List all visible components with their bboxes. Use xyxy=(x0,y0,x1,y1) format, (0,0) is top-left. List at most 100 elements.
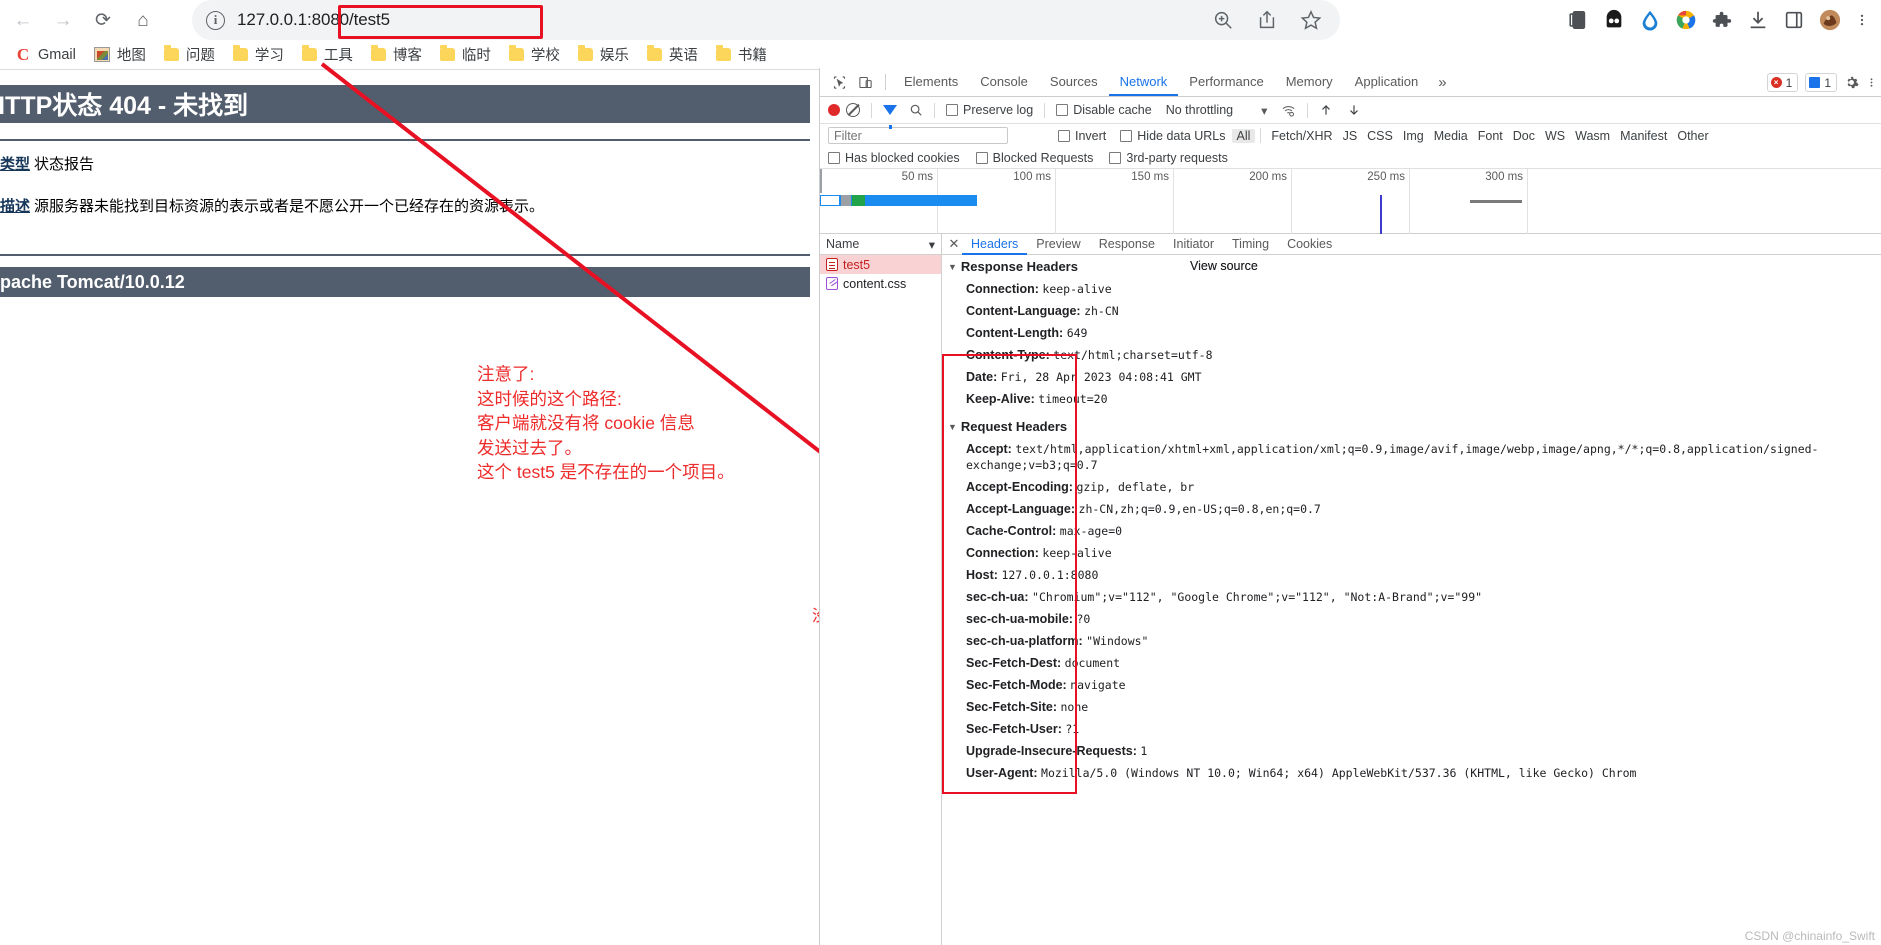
header-name: Accept: xyxy=(966,442,1012,456)
tab-elements[interactable]: Elements xyxy=(893,68,969,96)
filter-type-ws[interactable]: WS xyxy=(1540,129,1570,143)
star-icon[interactable] xyxy=(1300,9,1322,31)
browser-toolbar: ← → ⟳ ⌂ i 127.0.0.1:8080/test5 xyxy=(0,0,1881,40)
network-filter-bar: Invert Hide data URLs All Fetch/XHR JS C… xyxy=(820,124,1881,147)
tab-sources[interactable]: Sources xyxy=(1039,68,1109,96)
water-drop-icon[interactable] xyxy=(1639,9,1661,31)
extension-dark-icon[interactable] xyxy=(1603,9,1625,31)
filter-type-manifest[interactable]: Manifest xyxy=(1615,129,1672,143)
detail-tab-preview[interactable]: Preview xyxy=(1027,234,1089,255)
search-icon[interactable] xyxy=(909,103,923,117)
import-har-icon[interactable] xyxy=(1319,103,1333,117)
chevron-down-icon[interactable]: ▾ xyxy=(929,237,935,252)
blocked-requests-checkbox[interactable]: Blocked Requests xyxy=(975,151,1093,165)
bookmark-folder-linshi[interactable]: 临时 xyxy=(431,42,500,67)
device-toolbar-icon[interactable] xyxy=(852,69,878,95)
divider xyxy=(885,74,886,90)
share-icon[interactable] xyxy=(1256,9,1278,31)
header-name: Content-Language: xyxy=(966,304,1081,318)
filter-type-js[interactable]: JS xyxy=(1338,129,1363,143)
home-button[interactable]: ⌂ xyxy=(126,3,160,37)
requests-list-header[interactable]: Name ▾ xyxy=(820,234,941,255)
filter-type-img[interactable]: Img xyxy=(1398,129,1429,143)
detail-tab-timing[interactable]: Timing xyxy=(1223,234,1278,255)
bookmark-map[interactable]: 地图 xyxy=(85,42,155,67)
folder-icon xyxy=(715,45,731,61)
has-blocked-cookies-label: Has blocked cookies xyxy=(845,150,960,165)
filter-funnel-icon[interactable] xyxy=(883,105,897,129)
bookmark-folder-wenti[interactable]: 问题 xyxy=(155,42,224,67)
record-icon[interactable] xyxy=(828,104,840,116)
downloads-icon[interactable] xyxy=(1747,9,1769,31)
view-source-link[interactable]: View source xyxy=(1190,259,1258,273)
filter-type-font[interactable]: Font xyxy=(1473,129,1508,143)
detail-tab-cookies[interactable]: Cookies xyxy=(1278,234,1341,255)
profile-avatar-icon[interactable] xyxy=(1819,9,1841,31)
detail-tab-initiator[interactable]: Initiator xyxy=(1164,234,1223,255)
tab-performance[interactable]: Performance xyxy=(1178,68,1274,96)
filter-type-fetch-xhr[interactable]: Fetch/XHR xyxy=(1266,129,1337,143)
filter-type-wasm[interactable]: Wasm xyxy=(1570,129,1615,143)
folder-icon xyxy=(646,45,662,61)
request-headers-section-title[interactable]: ▼ Request Headers View source xyxy=(942,259,1881,438)
throttling-select[interactable]: No throttling xyxy=(1166,103,1233,117)
header-row: Connection: keep-alive xyxy=(942,542,1881,564)
network-timeline-overview[interactable]: 50 ms 100 ms 150 ms 200 ms 250 ms 300 ms xyxy=(820,169,1881,234)
filter-type-other[interactable]: Other xyxy=(1672,129,1713,143)
bookmark-label: Gmail xyxy=(38,46,76,63)
tab-memory[interactable]: Memory xyxy=(1275,68,1344,96)
bookmark-folder-yingyu[interactable]: 英语 xyxy=(638,42,707,67)
back-button[interactable]: ← xyxy=(6,3,40,37)
preserve-log-checkbox[interactable]: Preserve log xyxy=(946,103,1033,117)
tab-network[interactable]: Network xyxy=(1108,68,1179,96)
bookmark-folder-xuexiao[interactable]: 学校 xyxy=(500,42,569,67)
detail-tab-response[interactable]: Response xyxy=(1090,234,1164,255)
color-wheel-icon[interactable] xyxy=(1675,9,1697,31)
chevron-down-icon[interactable]: ▾ xyxy=(1261,103,1267,118)
disable-cache-checkbox[interactable]: Disable cache xyxy=(1056,103,1152,117)
bookmark-folder-shuji[interactable]: 书籍 xyxy=(707,42,776,67)
close-icon[interactable]: ✕ xyxy=(946,236,962,252)
table-row[interactable]: test5 xyxy=(820,255,941,274)
three-dot-menu-icon[interactable] xyxy=(1866,75,1877,90)
bookmark-folder-boke[interactable]: 博客 xyxy=(362,42,431,67)
tab-console[interactable]: Console xyxy=(969,68,1039,96)
bookmark-folder-yule[interactable]: 娱乐 xyxy=(569,42,638,67)
has-blocked-cookies-checkbox[interactable]: Has blocked cookies xyxy=(828,151,960,165)
chevron-double-right-icon[interactable]: » xyxy=(1429,74,1455,91)
message-badge[interactable]: 1 xyxy=(1805,73,1837,92)
divider xyxy=(1307,102,1309,118)
invert-checkbox[interactable]: Invert xyxy=(1058,129,1106,143)
detail-tab-headers[interactable]: Headers xyxy=(962,234,1028,255)
clear-icon[interactable] xyxy=(846,103,860,117)
export-har-icon[interactable] xyxy=(1347,103,1361,117)
response-headers-section-title[interactable]: ▼ Response Headers View source xyxy=(942,255,1881,278)
error-badge[interactable]: × 1 xyxy=(1766,73,1799,92)
third-party-requests-checkbox[interactable]: 3rd-party requests xyxy=(1109,151,1228,165)
three-dot-menu-icon[interactable] xyxy=(1855,9,1869,31)
hide-data-urls-checkbox[interactable]: Hide data URLs xyxy=(1120,129,1226,143)
side-panel-icon[interactable] xyxy=(1783,9,1805,31)
bookmark-folder-gongju[interactable]: 工具 xyxy=(293,42,362,67)
header-name: Date: xyxy=(966,370,998,384)
wifi-settings-icon[interactable] xyxy=(1281,103,1296,118)
bookmark-gmail[interactable]: C Gmail xyxy=(6,45,85,65)
info-icon[interactable]: i xyxy=(206,10,225,30)
puzzle-extensions-icon[interactable] xyxy=(1711,9,1733,31)
filter-type-css[interactable]: CSS xyxy=(1362,129,1398,143)
forward-button[interactable]: → xyxy=(46,3,80,37)
filter-type-doc[interactable]: Doc xyxy=(1508,129,1540,143)
reading-list-icon[interactable] xyxy=(1567,9,1589,31)
header-name: Content-Type: xyxy=(966,348,1050,362)
tab-application[interactable]: Application xyxy=(1344,68,1430,96)
inspect-element-icon[interactable] xyxy=(826,69,852,95)
address-bar[interactable]: i 127.0.0.1:8080/test5 xyxy=(192,0,1340,40)
reload-button[interactable]: ⟳ xyxy=(86,3,120,37)
filter-type-media[interactable]: Media xyxy=(1429,129,1473,143)
filter-input[interactable] xyxy=(828,127,1008,144)
zoom-in-icon[interactable] xyxy=(1212,9,1234,31)
bookmark-folder-xuexi[interactable]: 学习 xyxy=(224,42,293,67)
gear-icon[interactable] xyxy=(1844,75,1859,90)
table-row[interactable]: content.css xyxy=(820,274,941,293)
filter-type-all[interactable]: All xyxy=(1231,128,1256,143)
